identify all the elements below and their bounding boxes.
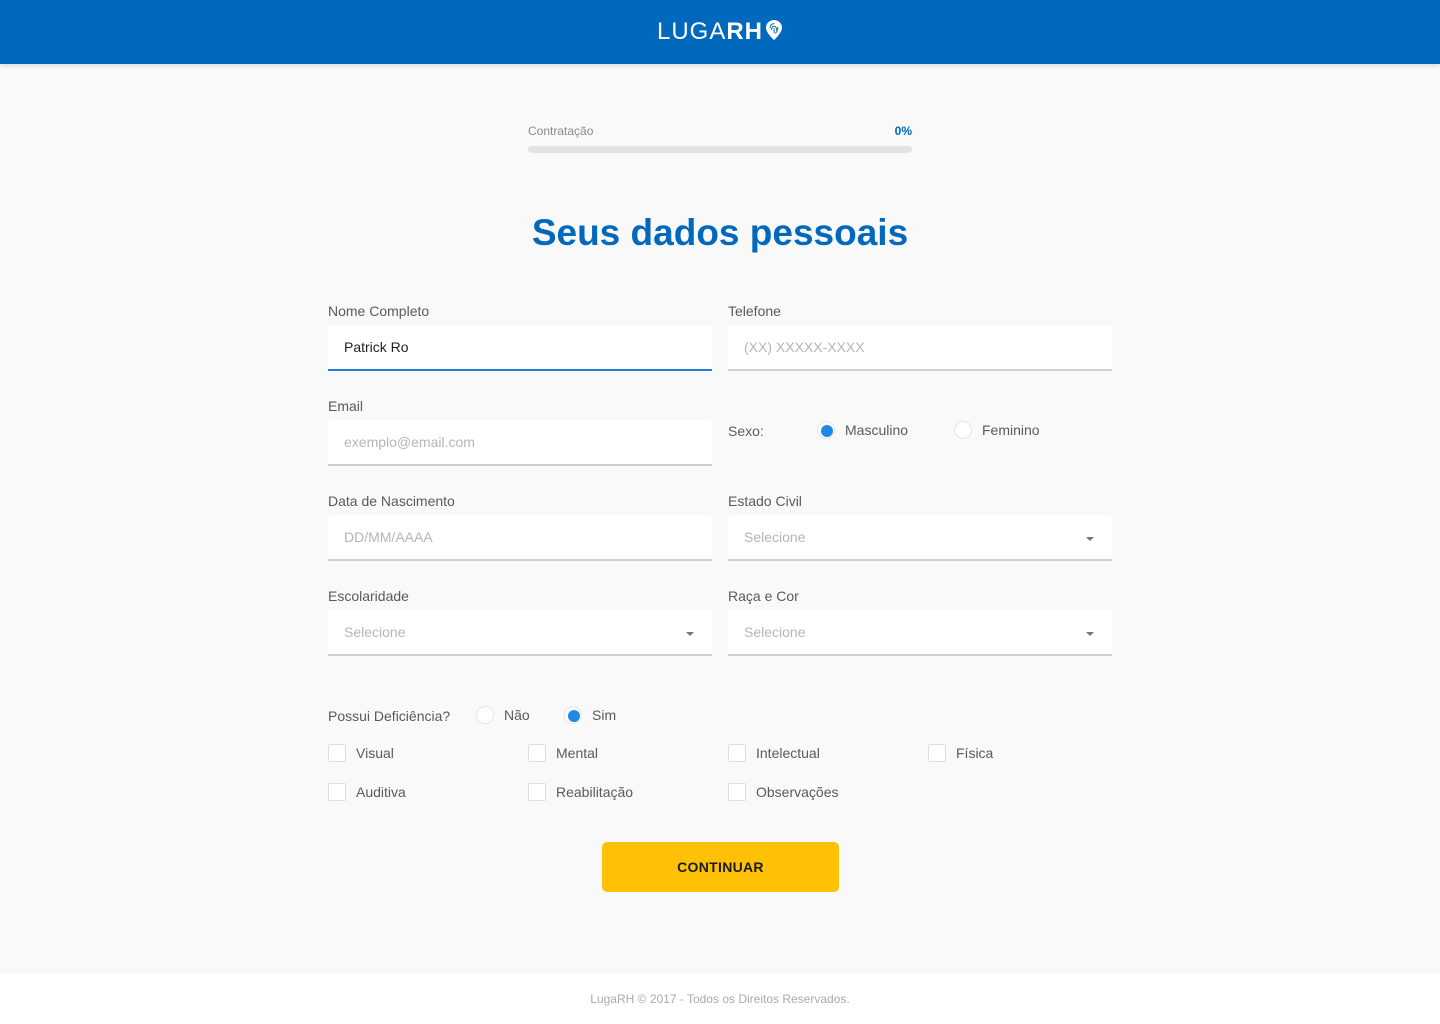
checkbox-label: Intelectual <box>756 745 820 761</box>
app-header: LUGA RH <box>0 0 1440 64</box>
checkbox-mental[interactable]: Mental <box>528 744 598 762</box>
marital-status-placeholder: Selecione <box>744 529 806 545</box>
email-label: Email <box>328 398 364 414</box>
checkbox-box[interactable] <box>328 783 346 801</box>
checkbox-box[interactable] <box>528 783 546 801</box>
disability-label: Possui Deficiência? <box>328 708 451 724</box>
checkbox-visual[interactable]: Visual <box>328 744 394 762</box>
logo[interactable]: LUGA RH <box>657 18 783 46</box>
checkbox-observacoes[interactable]: Observações <box>728 783 838 801</box>
disability-option-label: Não <box>504 707 530 723</box>
phone-field: Telefone (XX) XXXXX-XXXX <box>728 302 1112 371</box>
checkbox-intelectual[interactable]: Intelectual <box>728 744 820 762</box>
email-input[interactable]: exemplo@email.com <box>328 420 712 466</box>
radio-checked-icon[interactable] <box>817 421 835 439</box>
logo-text-bold: RH <box>726 18 764 45</box>
checkbox-label: Física <box>956 745 994 761</box>
progress-label: Contratação <box>528 124 594 138</box>
caret-down-icon <box>686 632 694 636</box>
checkbox-box[interactable] <box>928 744 946 762</box>
caret-down-icon <box>1086 537 1094 541</box>
checkbox-auditiva[interactable]: Auditiva <box>328 783 406 801</box>
hiring-progress: Contratação 0% <box>528 124 912 153</box>
phone-placeholder: (XX) XXXXX-XXXX <box>744 339 865 355</box>
progress-percent: 0% <box>894 124 912 138</box>
checkbox-box[interactable] <box>728 744 746 762</box>
disability-option-label: Sim <box>592 707 617 723</box>
marital-status-select[interactable]: Selecione <box>728 515 1112 561</box>
sex-option-label: Masculino <box>845 422 909 438</box>
checkbox-box[interactable] <box>528 744 546 762</box>
sex-label: Sexo: <box>728 423 764 439</box>
checkbox-box[interactable] <box>728 783 746 801</box>
checkbox-fisica[interactable]: Física <box>928 744 993 762</box>
copyright-text: LugaRH © 2017 - Todos os Direitos Reserv… <box>590 992 850 1006</box>
checkbox-box[interactable] <box>328 744 346 762</box>
phone-input[interactable]: (XX) XXXXX-XXXX <box>728 325 1112 371</box>
birthdate-field: Data de Nascimento DD/MM/AAAA <box>328 492 712 561</box>
race-select[interactable]: Selecione <box>728 610 1112 656</box>
race-placeholder: Selecione <box>744 624 806 640</box>
disability-option-nao[interactable]: Não <box>476 706 530 724</box>
checkbox-label: Reabilitação <box>556 784 634 800</box>
progress-track <box>528 146 912 153</box>
race-label: Raça e Cor <box>728 588 799 604</box>
birthdate-input[interactable]: DD/MM/AAAA <box>328 515 712 561</box>
full-name-field: Nome Completo Patrick Ro <box>328 302 712 371</box>
education-label: Escolaridade <box>328 588 409 604</box>
sex-option-masculino[interactable]: Masculino <box>817 421 908 439</box>
checkbox-label: Mental <box>556 745 599 761</box>
footer: LugaRH © 2017 - Todos os Direitos Reserv… <box>0 973 1440 1024</box>
sex-radio-group: Sexo: Masculino Feminino <box>728 421 1112 441</box>
sex-option-feminino[interactable]: Feminino <box>954 421 1040 439</box>
disability-radio-group: Possui Deficiência? Não Sim <box>328 706 728 726</box>
radio-checked-icon[interactable] <box>564 706 582 724</box>
birthdate-placeholder: DD/MM/AAAA <box>344 529 433 545</box>
birthdate-label: Data de Nascimento <box>328 493 455 509</box>
marital-status-field: Estado Civil Selecione <box>728 492 1112 561</box>
email-field: Email exemplo@email.com <box>328 397 712 466</box>
email-placeholder: exemplo@email.com <box>344 434 475 450</box>
checkbox-label: Visual <box>356 745 394 761</box>
education-field: Escolaridade Selecione <box>328 587 712 656</box>
phone-label: Telefone <box>728 303 781 319</box>
full-name-value: Patrick Ro <box>344 339 409 355</box>
sex-option-label: Feminino <box>982 422 1040 438</box>
caret-down-icon <box>1086 632 1094 636</box>
education-select[interactable]: Selecione <box>328 610 712 656</box>
radio-unchecked-icon[interactable] <box>954 421 972 439</box>
page-title: Seus dados pessoais <box>531 212 909 253</box>
logo-text-light: LUGA <box>656 18 727 45</box>
education-placeholder: Selecione <box>344 624 406 640</box>
radio-unchecked-icon[interactable] <box>476 706 494 724</box>
marital-status-label: Estado Civil <box>728 493 802 509</box>
full-name-input[interactable]: Patrick Ro <box>328 325 712 371</box>
race-field: Raça e Cor Selecione <box>728 587 1112 656</box>
checkbox-label: Observações <box>756 784 839 800</box>
continue-button[interactable]: CONTINUAR <box>602 842 839 892</box>
checkbox-label: Auditiva <box>356 784 406 800</box>
location-pin-icon <box>766 20 783 40</box>
full-name-label: Nome Completo <box>328 303 430 319</box>
checkbox-reabilitacao[interactable]: Reabilitação <box>528 783 633 801</box>
disability-option-sim[interactable]: Sim <box>564 706 616 724</box>
